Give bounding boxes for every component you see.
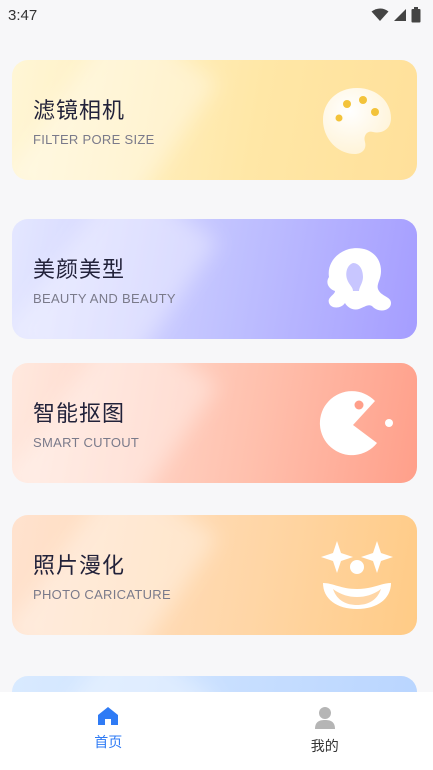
card-subtitle: BEAUTY AND BEAUTY bbox=[33, 291, 176, 306]
clown-face-icon bbox=[321, 541, 393, 609]
woman-head-icon bbox=[327, 248, 391, 311]
card-beauty[interactable]: 美颜美型 BEAUTY AND BEAUTY bbox=[12, 219, 417, 339]
battery-icon bbox=[411, 7, 421, 23]
tab-mine[interactable]: 我的 bbox=[217, 692, 433, 770]
tab-label: 首页 bbox=[94, 735, 123, 751]
card-subtitle: PHOTO CARICATURE bbox=[33, 587, 171, 602]
card-filter-camera[interactable]: 滤镜相机 FILTER PORE SIZE bbox=[12, 60, 417, 180]
home-icon bbox=[98, 707, 119, 725]
card-subtitle: FILTER PORE SIZE bbox=[33, 132, 155, 147]
wifi-icon bbox=[371, 8, 389, 21]
bottom-tab-bar: 首页 我的 bbox=[0, 692, 433, 770]
card-title: 滤镜相机 bbox=[33, 99, 126, 124]
card-smart-cutout[interactable]: 智能抠图 SMART CUTOUT bbox=[12, 363, 417, 483]
card-title: 智能抠图 bbox=[33, 402, 126, 427]
card-title: 照片漫化 bbox=[33, 554, 126, 579]
card-subtitle: SMART CUTOUT bbox=[33, 435, 140, 450]
tab-home[interactable]: 首页 bbox=[0, 692, 217, 770]
status-bar: 3:47 bbox=[0, 0, 433, 30]
card-title: 美颜美型 bbox=[33, 258, 126, 283]
signal-icon bbox=[394, 9, 406, 21]
card-photo-caricature[interactable]: 照片漫化 PHOTO CARICATURE bbox=[12, 515, 417, 635]
palette-icon bbox=[323, 88, 391, 154]
pacman-icon bbox=[319, 391, 393, 456]
user-icon bbox=[314, 707, 335, 729]
status-time: 3:47 bbox=[8, 6, 38, 24]
status-icons bbox=[371, 7, 421, 23]
tab-label: 我的 bbox=[310, 739, 339, 755]
